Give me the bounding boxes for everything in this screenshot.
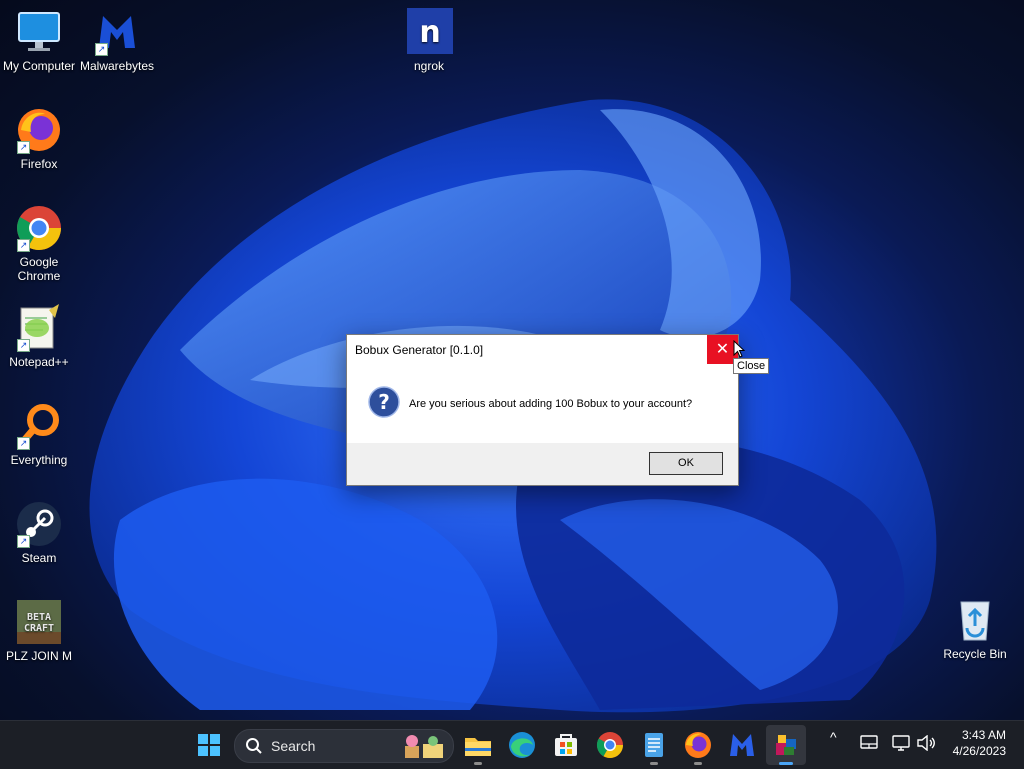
shortcut-arrow-icon: ↗: [17, 535, 30, 548]
search-label: Search: [271, 738, 316, 754]
desktop-icon-notepadpp[interactable]: ↗ Notepad++: [0, 304, 78, 369]
clock-time: 3:43 AM: [961, 728, 1006, 742]
desktop-icon-betacraft[interactable]: BETA CRAFT PLZ JOIN M: [0, 598, 78, 663]
monitor-icon: [15, 8, 63, 56]
taskbar-clock[interactable]: 3:43 AM 4/26/2023: [953, 727, 1006, 759]
notepad-icon: [645, 733, 663, 757]
desktop-icon-label: Everything: [10, 453, 68, 467]
desktop-icon-firefox[interactable]: ↗ Firefox: [0, 106, 78, 171]
chrome-icon: [596, 732, 624, 759]
dialog-message: Are you serious about adding 100 Bobux t…: [409, 398, 693, 410]
notepadpp-icon: ↗: [15, 304, 63, 352]
edge-icon: [509, 732, 535, 758]
shortcut-arrow-icon: ↗: [17, 339, 30, 352]
svg-text:BETA: BETA: [27, 612, 51, 623]
start-button[interactable]: [193, 729, 225, 761]
ngrok-glyph: n: [419, 15, 440, 50]
steam-icon: ↗: [15, 500, 63, 548]
desktop-icon-google-chrome[interactable]: ↗ Google Chrome: [0, 204, 78, 283]
desktop-icon-steam[interactable]: ↗ Steam: [0, 500, 78, 565]
malwarebytes-icon: ↗: [93, 8, 141, 56]
shortcut-arrow-icon: ↗: [17, 141, 30, 154]
malwarebytes-icon: [730, 734, 754, 756]
running-indicator: [650, 762, 658, 765]
taskbar-store[interactable]: [550, 729, 582, 761]
close-tooltip: Close: [733, 358, 770, 374]
desktop-icon-ngrok[interactable]: n ngrok: [390, 8, 468, 73]
firefox-icon: [685, 732, 711, 758]
taskbar-notepad[interactable]: [638, 729, 670, 765]
search-icon: ↗: [15, 402, 63, 450]
taskbar-search-box[interactable]: Search: [234, 729, 454, 763]
running-indicator: [694, 762, 702, 765]
desktop-icon-recycle-bin[interactable]: Recycle Bin: [936, 596, 1014, 661]
network-icon[interactable]: [892, 735, 910, 754]
question-icon: ?: [368, 386, 400, 418]
svg-text:CRAFT: CRAFT: [24, 623, 54, 634]
firefox-icon: ↗: [15, 106, 63, 154]
shortcut-arrow-icon: ↗: [17, 239, 30, 252]
shortcut-arrow-icon: ↗: [17, 437, 30, 450]
ngrok-icon: n: [405, 8, 453, 56]
desktop-icon-label: Malwarebytes: [79, 59, 155, 73]
taskbar-edge[interactable]: [506, 729, 538, 761]
svg-text:?: ?: [378, 390, 390, 414]
desktop-icon-malwarebytes[interactable]: ↗ Malwarebytes: [78, 8, 156, 73]
taskbar-bobux-generator[interactable]: [766, 725, 806, 765]
store-icon: [555, 734, 577, 756]
desktop-icon-label: Firefox: [20, 157, 58, 171]
desktop-icon-my-computer[interactable]: My Computer: [0, 8, 78, 73]
search-highlight-icon: [405, 735, 443, 758]
desktop-icon-everything[interactable]: ↗ Everything: [0, 402, 78, 467]
tray-touchpad-icon[interactable]: [860, 735, 878, 752]
tray-overflow-chevron[interactable]: ^: [830, 729, 837, 745]
shortcut-arrow-icon: ↗: [95, 43, 108, 56]
search-icon: [246, 738, 262, 754]
dialog-footer: OK: [347, 443, 738, 485]
dialog-titlebar[interactable]: Bobux Generator [0.1.0] ✕: [347, 335, 738, 364]
dialog-body: ? Are you serious about adding 100 Bobux…: [347, 364, 738, 442]
betacraft-icon: BETA CRAFT: [15, 598, 63, 646]
active-indicator: [779, 762, 793, 765]
taskbar-chrome[interactable]: [594, 729, 626, 761]
taskbar-malwarebytes[interactable]: [726, 729, 758, 761]
message-dialog: Bobux Generator [0.1.0] ✕ ? Are you seri…: [346, 334, 739, 486]
recycle-bin-icon: [951, 596, 999, 644]
chrome-icon: ↗: [15, 204, 63, 252]
desktop-icon-label: ngrok: [413, 59, 445, 73]
taskbar-file-explorer[interactable]: [462, 729, 494, 765]
bobux-generator-icon: [776, 735, 796, 755]
volume-icon[interactable]: [916, 734, 936, 754]
desktop-icon-label: My Computer: [2, 59, 76, 73]
start-icon: [198, 734, 220, 756]
desktop-icon-label: Steam: [21, 551, 57, 565]
clock-date: 4/26/2023: [952, 744, 1006, 758]
desktop-icon-label: Google Chrome: [17, 255, 61, 283]
taskbar: Search ^ 3:43 AM 4/26/2023: [0, 720, 1024, 769]
desktop-icon-label: PLZ JOIN M: [5, 649, 72, 663]
taskbar-firefox[interactable]: [682, 729, 714, 765]
file-explorer-icon: [465, 738, 491, 756]
running-indicator: [474, 762, 482, 765]
desktop-icon-label: Notepad++: [9, 355, 69, 369]
dialog-title: Bobux Generator [0.1.0]: [355, 343, 484, 357]
desktop-icon-label: Recycle Bin: [943, 647, 1007, 661]
ok-button[interactable]: OK: [649, 452, 723, 475]
